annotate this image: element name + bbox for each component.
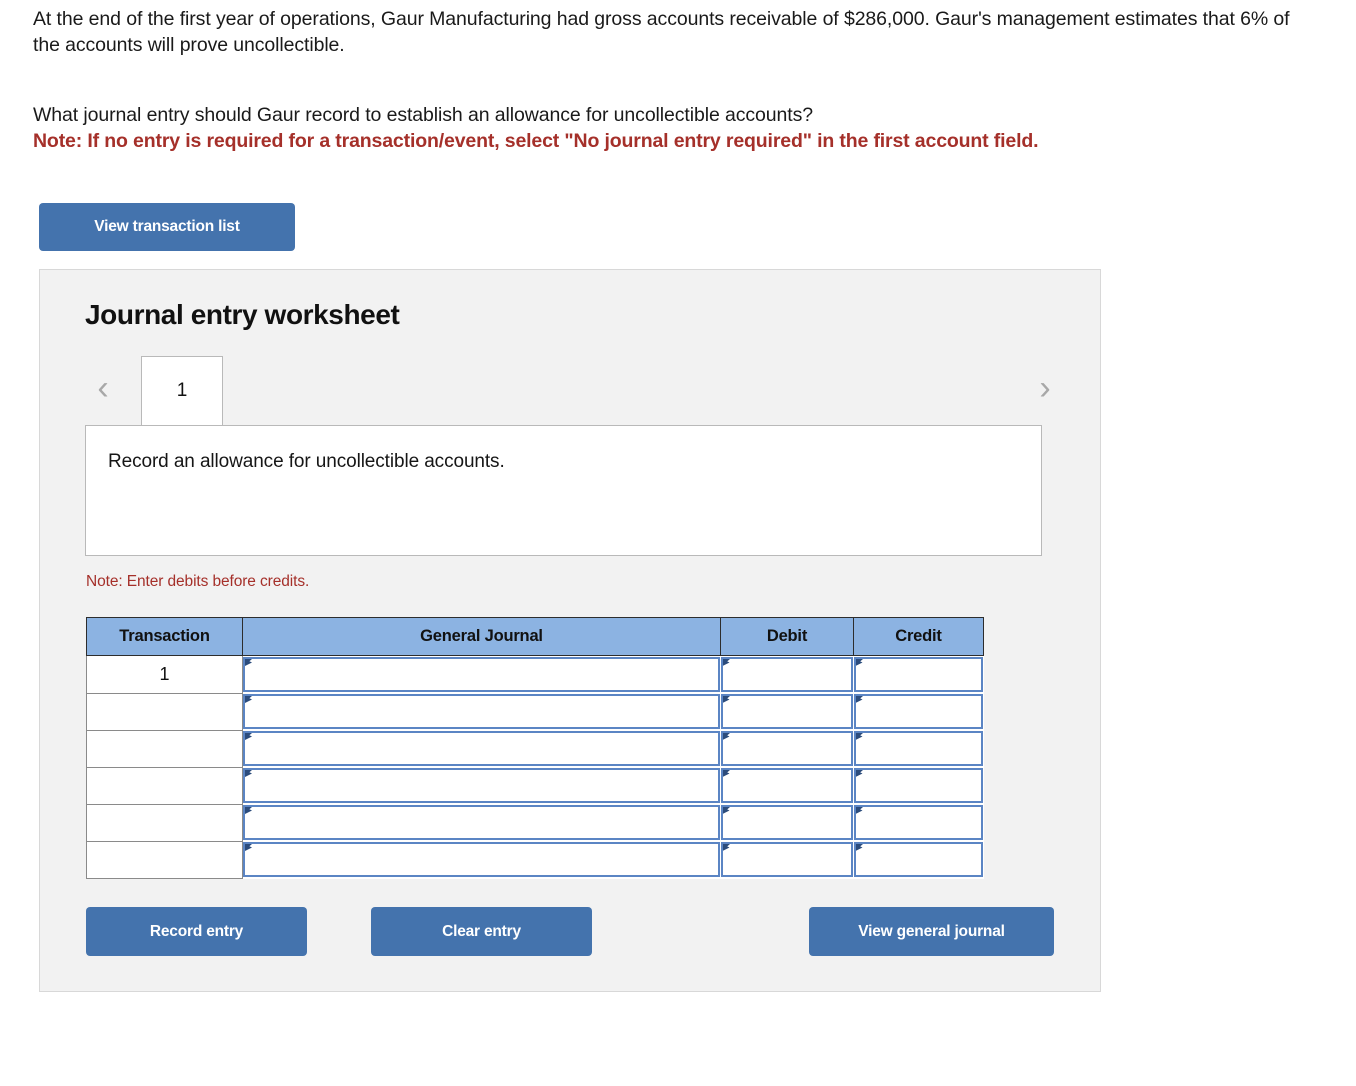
- worksheet-tabstrip: ‹ 1 ›: [85, 356, 1057, 425]
- column-header-debit: Debit: [720, 617, 854, 656]
- view-transaction-list-button[interactable]: View transaction list: [39, 203, 295, 251]
- table-row: [86, 766, 984, 805]
- question-paragraph-2: What journal entry should Gaur record to…: [33, 104, 814, 126]
- debit-input[interactable]: [720, 842, 853, 877]
- cell-debit[interactable]: [720, 767, 854, 804]
- credit-input[interactable]: [853, 657, 983, 692]
- cell-transaction: 1: [86, 655, 243, 694]
- journal-entry-worksheet-panel: Journal entry worksheet ‹ 1 › Record an …: [39, 269, 1101, 992]
- journal-entry-table: Transaction General Journal Debit Credit…: [86, 617, 984, 879]
- question-paragraph-1: At the end of the first year of operatio…: [33, 8, 1290, 56]
- credit-input[interactable]: [853, 694, 983, 729]
- cell-general-journal[interactable]: [242, 841, 721, 878]
- table-row: [86, 803, 984, 842]
- cell-general-journal[interactable]: [242, 655, 721, 693]
- cell-credit[interactable]: [853, 693, 984, 730]
- column-header-general-journal: General Journal: [242, 617, 721, 656]
- debit-input[interactable]: [720, 768, 853, 803]
- table-row: [86, 729, 984, 768]
- chevron-left-icon[interactable]: ‹: [90, 368, 116, 408]
- column-header-transaction: Transaction: [86, 617, 243, 656]
- credit-input[interactable]: [853, 842, 983, 877]
- table-header-row: Transaction General Journal Debit Credit: [86, 617, 984, 656]
- general-journal-select[interactable]: [243, 768, 720, 803]
- cell-transaction: [86, 840, 243, 879]
- cell-debit[interactable]: [720, 804, 854, 841]
- cell-transaction: [86, 803, 243, 842]
- general-journal-select[interactable]: [243, 731, 720, 766]
- debit-input[interactable]: [720, 731, 853, 766]
- cell-debit[interactable]: [720, 693, 854, 730]
- cell-transaction: [86, 766, 243, 805]
- chevron-right-icon[interactable]: ›: [1032, 368, 1058, 408]
- cell-credit[interactable]: [853, 767, 984, 804]
- cell-debit[interactable]: [720, 730, 854, 767]
- credit-input[interactable]: [853, 805, 983, 840]
- cell-transaction: [86, 692, 243, 731]
- cell-transaction: [86, 729, 243, 768]
- cell-general-journal[interactable]: [242, 804, 721, 841]
- question-block: At the end of the first year of operatio…: [33, 6, 1318, 154]
- column-header-credit: Credit: [853, 617, 984, 656]
- cell-general-journal[interactable]: [242, 767, 721, 804]
- cell-credit[interactable]: [853, 804, 984, 841]
- question-note: Note: If no entry is required for a tran…: [33, 130, 1039, 152]
- debits-before-credits-note: Note: Enter debits before credits.: [86, 573, 310, 590]
- view-general-journal-button[interactable]: View general journal: [809, 907, 1054, 956]
- worksheet-description-box: Record an allowance for uncollectible ac…: [85, 425, 1042, 556]
- debit-input[interactable]: [720, 805, 853, 840]
- cell-credit[interactable]: [853, 841, 984, 878]
- worksheet-tab-1-label: 1: [176, 380, 188, 401]
- debit-input[interactable]: [720, 657, 853, 692]
- general-journal-select[interactable]: [243, 805, 720, 840]
- clear-entry-button[interactable]: Clear entry: [371, 907, 592, 956]
- cell-general-journal[interactable]: [242, 730, 721, 767]
- table-row: 1: [86, 655, 984, 694]
- cell-debit[interactable]: [720, 655, 854, 693]
- record-entry-button[interactable]: Record entry: [86, 907, 307, 956]
- credit-input[interactable]: [853, 731, 983, 766]
- cell-general-journal[interactable]: [242, 693, 721, 730]
- worksheet-tab-1[interactable]: 1: [141, 356, 223, 425]
- general-journal-select[interactable]: [243, 657, 720, 692]
- general-journal-select[interactable]: [243, 842, 720, 877]
- worksheet-title: Journal entry worksheet: [85, 299, 400, 330]
- cell-debit[interactable]: [720, 841, 854, 878]
- worksheet-description-text: Record an allowance for uncollectible ac…: [108, 451, 505, 472]
- cell-credit[interactable]: [853, 655, 984, 693]
- credit-input[interactable]: [853, 768, 983, 803]
- debit-input[interactable]: [720, 694, 853, 729]
- cell-credit[interactable]: [853, 730, 984, 767]
- general-journal-select[interactable]: [243, 694, 720, 729]
- table-row: [86, 840, 984, 879]
- table-row: [86, 692, 984, 731]
